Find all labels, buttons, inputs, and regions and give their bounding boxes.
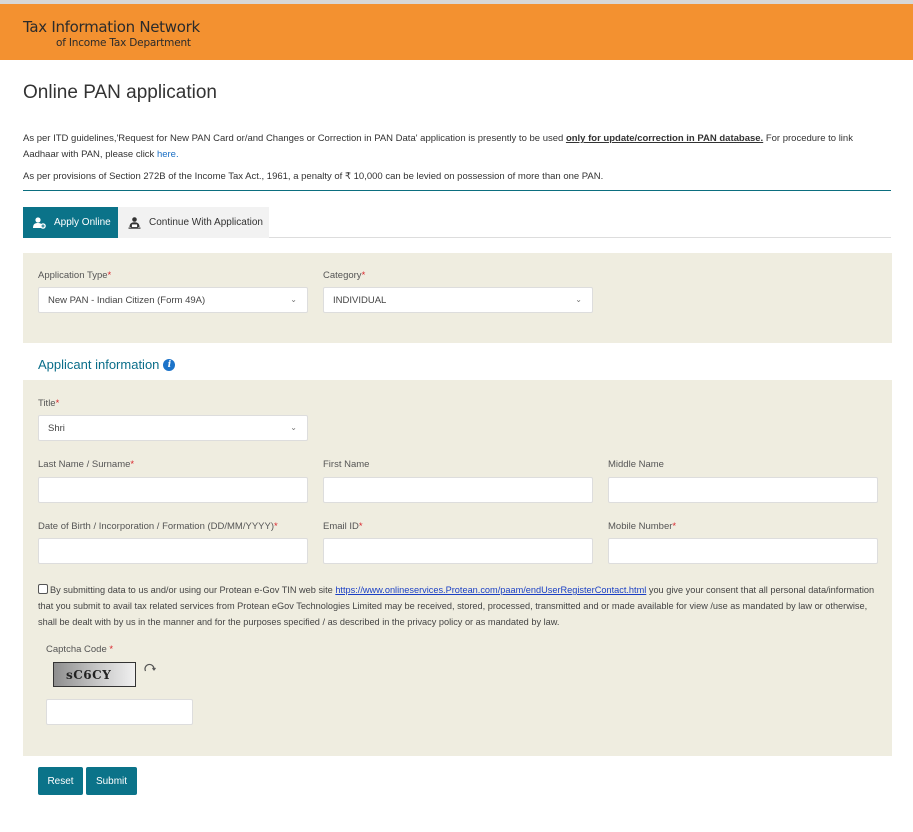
divider [23, 190, 891, 191]
chevron-down-icon: ⌄ [290, 423, 297, 432]
title-label: Title* [38, 398, 60, 409]
tab-apply-online[interactable]: Apply Online [23, 207, 118, 238]
info-icon[interactable]: i [163, 358, 176, 371]
category-select[interactable]: INDIVIDUAL ⌄ [323, 287, 593, 313]
site-header: Tax Information Network of Income Tax De… [0, 4, 913, 60]
consent-checkbox[interactable] [38, 584, 48, 594]
middle-name-input[interactable] [608, 477, 878, 503]
first-name-input[interactable] [323, 477, 593, 503]
refresh-icon[interactable] [143, 662, 156, 675]
email-input[interactable] [323, 538, 593, 564]
application-type-label: Application Type* [38, 270, 112, 281]
chevron-down-icon: ⌄ [290, 295, 297, 304]
captcha-image: sC6CY [53, 662, 136, 687]
middle-name-label: Middle Name [608, 459, 664, 470]
title-select[interactable]: Shri ⌄ [38, 415, 308, 441]
itd-guidelines-notice: As per ITD guidelines,'Request for New P… [23, 133, 853, 160]
user-laptop-icon [128, 216, 141, 229]
tab-apply-online-label: Apply Online [54, 217, 111, 228]
dob-input[interactable] [38, 538, 308, 564]
penalty-notice: As per provisions of Section 272B of the… [23, 171, 604, 182]
consent-text: By submitting data to us and/or using ou… [38, 584, 875, 627]
brand-subtitle: of Income Tax Department [56, 37, 191, 49]
dob-label: Date of Birth / Incorporation / Formatio… [38, 521, 278, 532]
category-label: Category* [323, 270, 366, 281]
protean-register-link[interactable]: https://www.onlineservices.Protean.com/p… [335, 585, 646, 595]
reset-button[interactable]: Reset [38, 767, 83, 795]
captcha-input[interactable] [46, 699, 193, 725]
email-label: Email ID* [323, 521, 363, 532]
brand-title: Tax Information Network [23, 18, 200, 36]
last-name-input[interactable] [38, 477, 308, 503]
aadhaar-link-here[interactable]: here. [157, 149, 179, 160]
tab-bar: Apply Online Continue With Application [23, 207, 891, 238]
last-name-label: Last Name / Surname* [38, 459, 135, 470]
first-name-label: First Name [323, 459, 370, 470]
tab-continue-with-application[interactable]: Continue With Application [118, 207, 269, 238]
mobile-label: Mobile Number* [608, 521, 677, 532]
captcha-label: Captcha Code * [46, 644, 114, 655]
tab-continue-label: Continue With Application [149, 217, 263, 228]
notice-emphasis: only for update/correction in PAN databa… [565, 133, 764, 144]
applicant-information-heading: Applicant information i [38, 357, 176, 372]
application-type-select[interactable]: New PAN - Indian Citizen (Form 49A) ⌄ [38, 287, 308, 313]
user-plus-icon [33, 216, 46, 229]
chevron-down-icon: ⌄ [575, 295, 582, 304]
page-title: Online PAN application [23, 82, 217, 103]
submit-button[interactable]: Submit [86, 767, 137, 795]
mobile-input[interactable] [608, 538, 878, 564]
